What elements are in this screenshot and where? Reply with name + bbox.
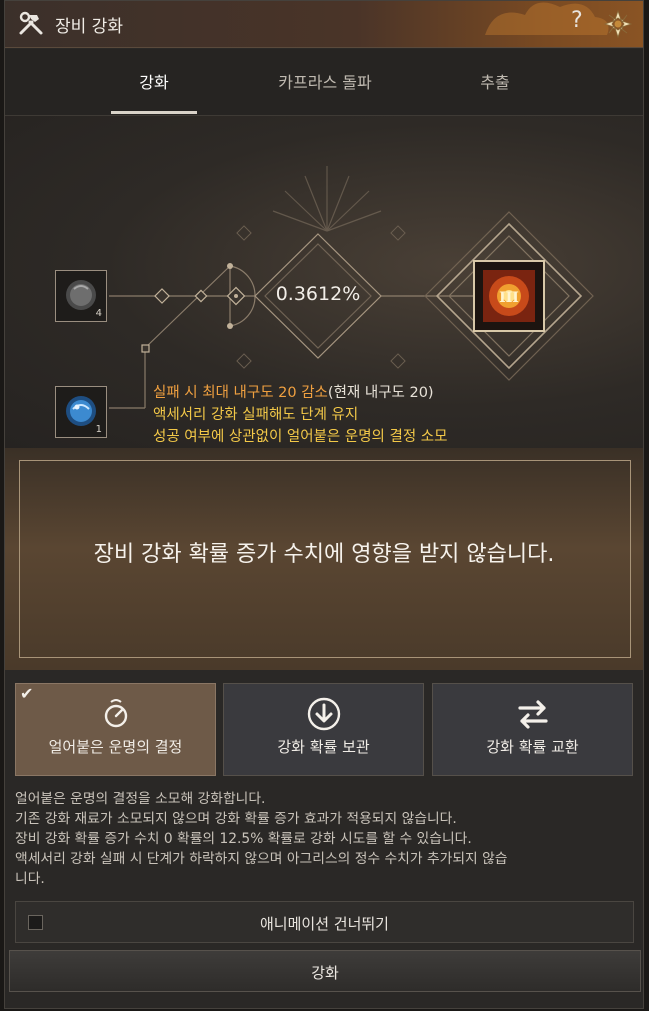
active-tab-indicator <box>111 111 197 114</box>
warning-accessory-keep: 액세서리 강화 실패해도 단계 유지 <box>153 407 359 423</box>
settings-flower-icon[interactable] <box>603 9 633 39</box>
enhance-stage: 4 1 0.3612% III 실패 시 최대 내구도 20 감소(현재 내구도… <box>5 116 643 448</box>
description-line: 얼어붙은 운명의 결정을 소모해 강화합니다. <box>15 791 266 807</box>
enhance-warnings: 실패 시 최대 내구도 20 감소(현재 내구도 20) 액세서리 강화 실패해… <box>153 382 447 448</box>
tab-bar: 강화 카프라스 돌파 추출 <box>5 49 643 116</box>
window-title: 장비 강화 <box>55 17 123 37</box>
enhance-window: 장비 강화 ? 강화 카프라스 돌파 추출 4 1 0.3612% III 실패… <box>4 0 644 1009</box>
option-label: 강화 확률 보관 <box>277 738 370 756</box>
svg-text:III: III <box>499 290 519 306</box>
description-line: 액세서리 강화 실패 시 단계가 하락하지 않으며 아그리스의 정수 수치가 추… <box>15 851 508 867</box>
frozen-fate-icon <box>104 699 127 728</box>
material-slot-crystal-orb[interactable]: 1 <box>55 386 107 438</box>
description-line: 장비 강화 확률 증가 수치 0 확률의 12.5% 확률로 강화 시도를 할 … <box>15 831 472 847</box>
tab-karpas-breakthrough[interactable]: 카프라스 돌파 <box>255 69 395 93</box>
description-line: 니다. <box>15 871 45 887</box>
accessory-item-icon: III <box>473 260 545 332</box>
success-rate: 0.3612% <box>275 283 361 305</box>
info-message: 장비 강화 확률 증가 수치에 영향을 받지 않습니다. <box>93 542 555 567</box>
material-count: 1 <box>95 424 102 435</box>
download-arrow-icon <box>307 697 340 731</box>
warning-durability-text: 실패 시 최대 내구도 20 감소 <box>153 385 328 401</box>
tab-enhance[interactable]: 강화 <box>111 69 197 93</box>
title-bar: 장비 강화 ? <box>5 1 643 48</box>
option-label: 강화 확률 교환 <box>486 738 579 756</box>
material-slot-black-stone[interactable]: 4 <box>55 270 107 322</box>
option-description: 얼어붙은 운명의 결정을 소모해 강화합니다. 기존 강화 재료가 소모되지 않… <box>15 789 635 889</box>
option-store-rate[interactable]: 강화 확률 보관 <box>223 683 424 776</box>
cloud-ornament-icon <box>485 2 609 35</box>
option-frozen-fate-crystal[interactable]: ✔ 얼어붙은 운명의 결정 <box>15 683 216 776</box>
warning-durability: 실패 시 최대 내구도 20 감소(현재 내구도 20) <box>153 382 447 404</box>
material-count: 4 <box>95 308 102 319</box>
enhance-button[interactable]: 강화 <box>9 950 641 992</box>
enhance-button-label: 강화 <box>311 964 339 982</box>
option-exchange-rate[interactable]: 강화 확률 교환 <box>432 683 633 776</box>
description-line: 기존 강화 재료가 소모되지 않으며 강화 확률 증가 효과가 적용되지 않습니… <box>15 811 457 827</box>
hammer-wrench-icon <box>19 11 43 35</box>
current-durability: (현재 내구도 20) <box>327 385 434 401</box>
target-item-slot[interactable]: III <box>473 260 545 332</box>
help-icon[interactable]: ? <box>571 8 583 33</box>
skip-animation-toggle[interactable]: 애니메이션 건너뛰기 <box>15 901 634 943</box>
checkmark-icon: ✔ <box>20 684 34 703</box>
skip-animation-label: 애니메이션 건너뛰기 <box>260 915 389 933</box>
info-panel: 장비 강화 확률 증가 수치에 영향을 받지 않습니다. <box>5 448 643 670</box>
tab-extract[interactable]: 추출 <box>455 69 535 93</box>
swap-arrows-icon <box>517 700 548 729</box>
option-label: 얼어붙은 운명의 결정 <box>48 738 183 756</box>
warning-consume-crystal: 성공 여부에 상관없이 얼어붙은 운명의 결정 소모 <box>153 429 448 445</box>
